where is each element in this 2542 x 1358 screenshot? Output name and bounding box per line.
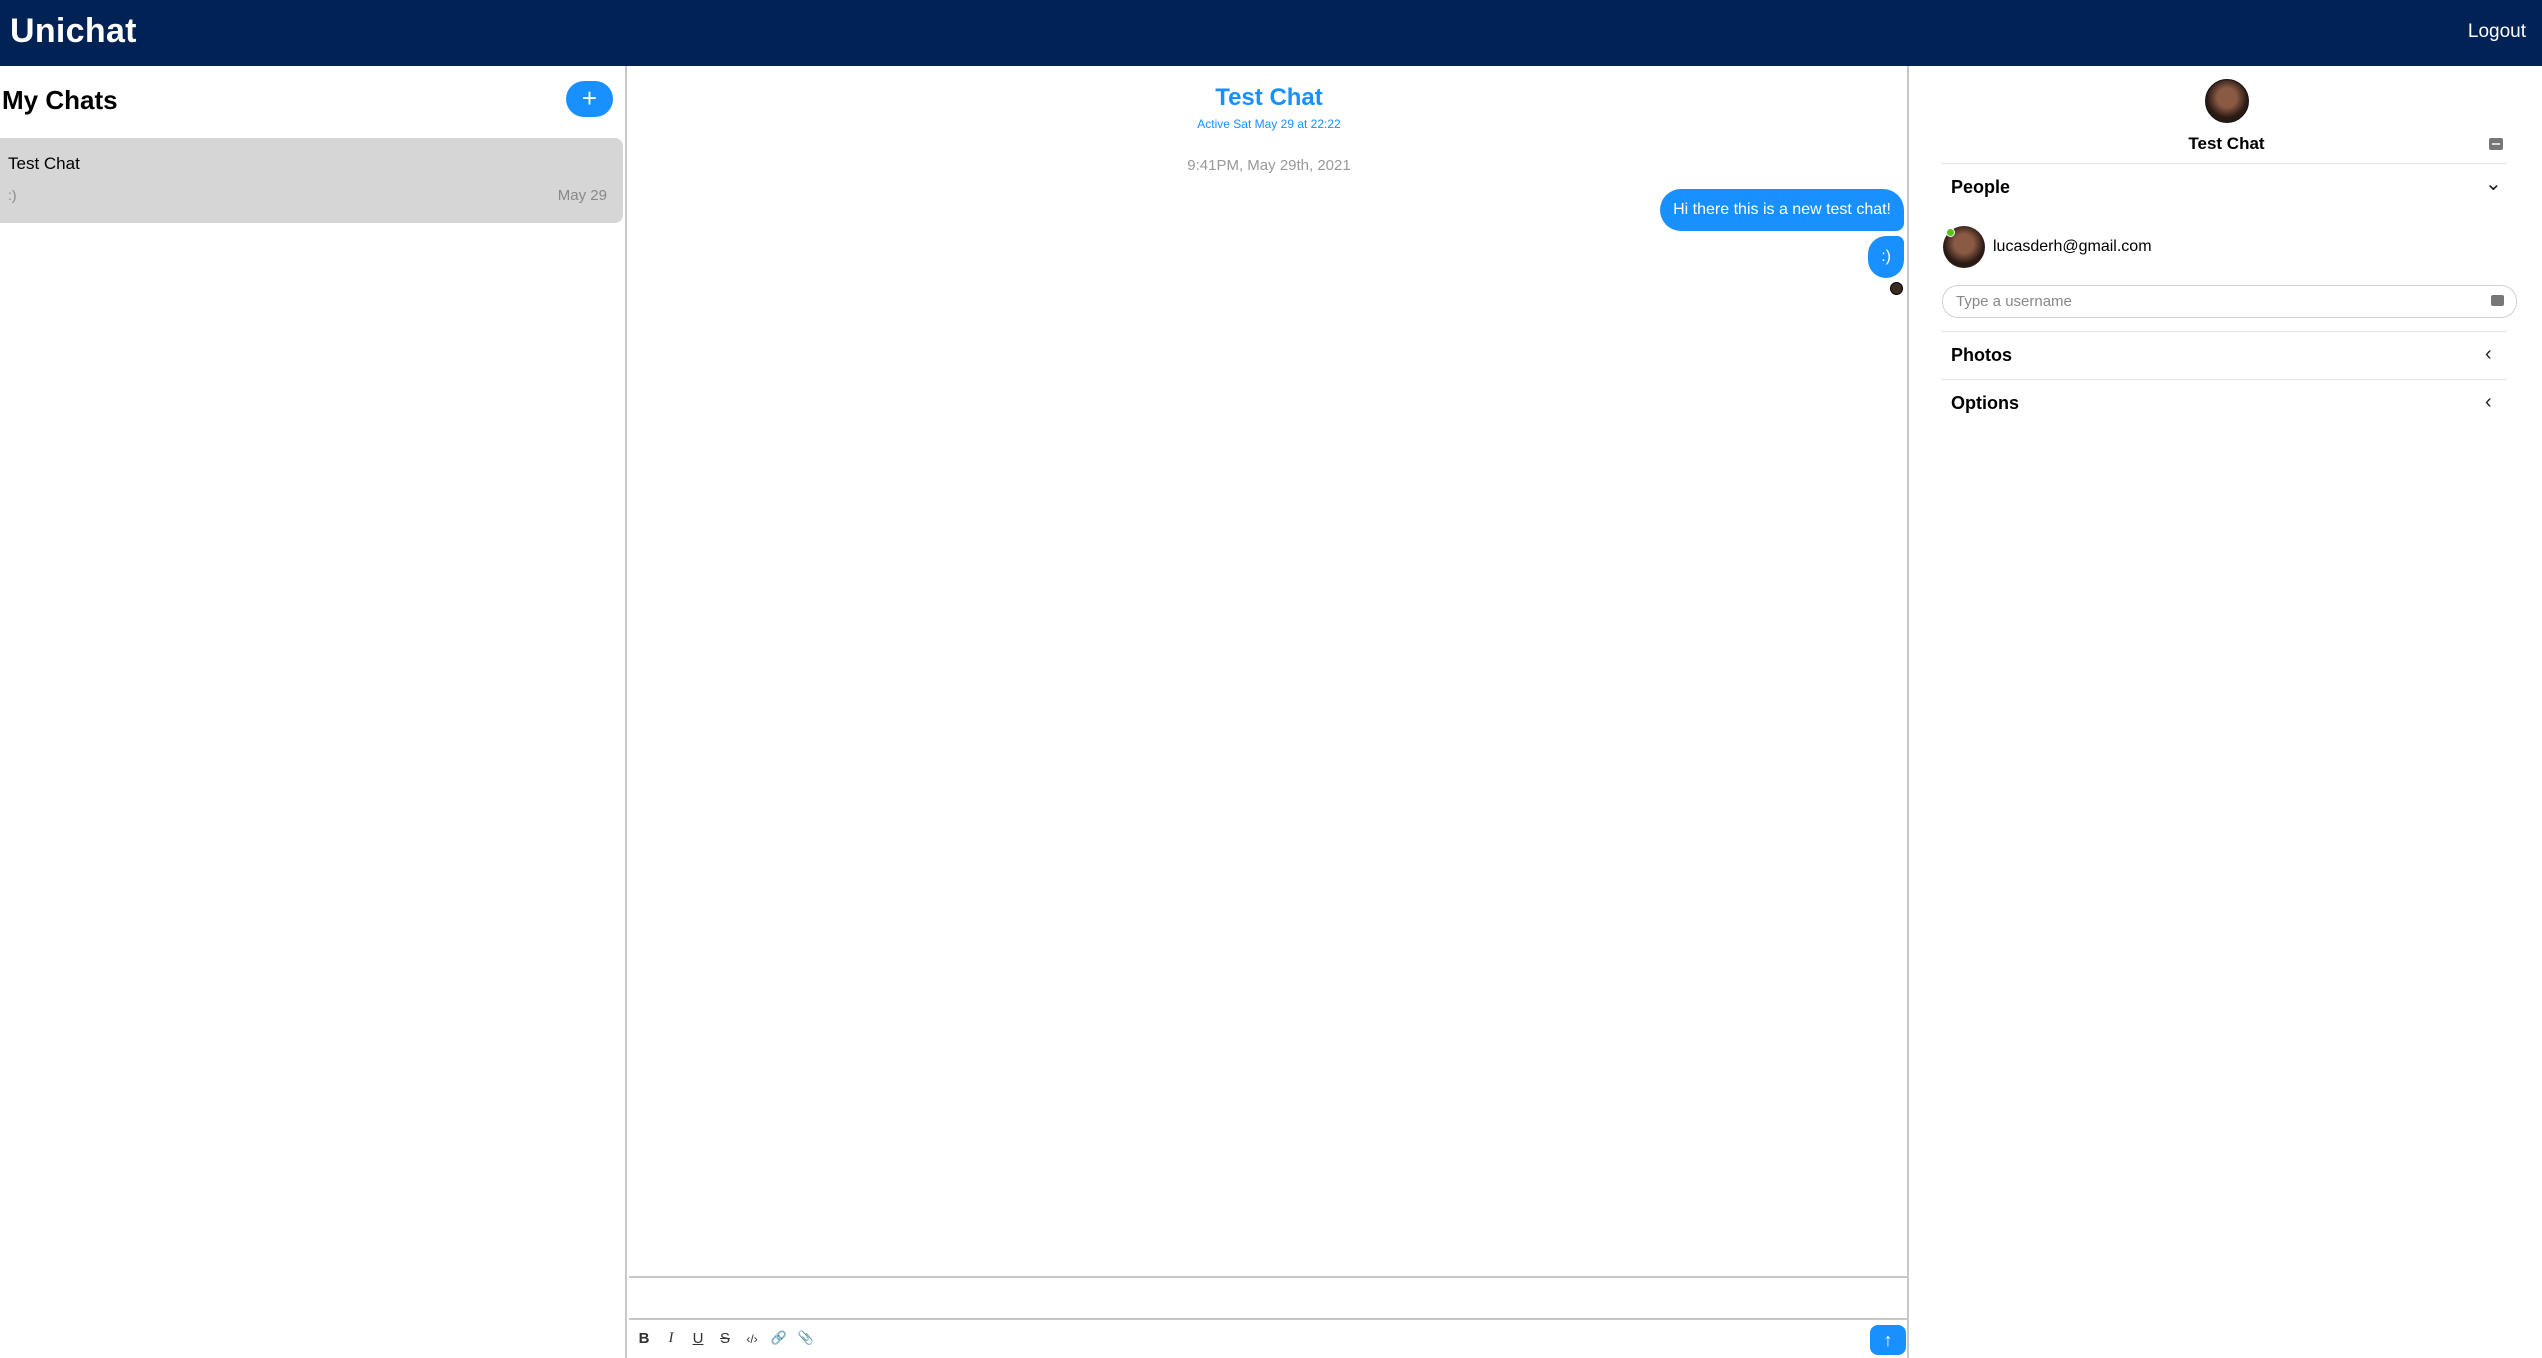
chat-activity-subtitle: Active Sat May 29 at 22:22 bbox=[1197, 117, 1341, 131]
message-input[interactable] bbox=[629, 1276, 1909, 1320]
strikethrough-button[interactable]: S bbox=[715, 1330, 735, 1347]
send-arrow-icon: ↑ bbox=[1883, 1330, 1893, 1350]
italic-button[interactable]: I bbox=[661, 1330, 681, 1347]
divider bbox=[1941, 331, 2507, 332]
format-toolbar: B I U S ‹/› 🔗 📎 ↑ bbox=[629, 1320, 1909, 1358]
send-button[interactable]: ↑ bbox=[1870, 1325, 1906, 1355]
photos-section-header[interactable]: Photos bbox=[1951, 345, 2012, 366]
chat-card[interactable]: Test Chat :) May 29 bbox=[0, 138, 623, 223]
bold-button[interactable]: B bbox=[634, 1330, 654, 1347]
divider bbox=[1941, 379, 2507, 380]
link-icon[interactable]: 🔗 bbox=[769, 1330, 789, 1346]
chevron-down-icon[interactable]: ⌄ bbox=[2485, 171, 2502, 196]
chat-settings-panel: Test Chat People ⌄ lucasderh@gmail.com P… bbox=[1911, 66, 2542, 1358]
underline-button[interactable]: U bbox=[688, 1330, 708, 1347]
chat-card-title: Test Chat bbox=[8, 154, 80, 173]
chat-title: Test Chat bbox=[1215, 84, 1323, 111]
chat-avatar bbox=[2205, 79, 2249, 123]
chat-list-panel: My Chats + Test Chat :) May 29 bbox=[0, 66, 627, 1358]
new-chat-button[interactable]: + bbox=[566, 81, 613, 117]
chat-card-last-message: :) bbox=[8, 187, 17, 203]
divider bbox=[1941, 163, 2507, 164]
username-input[interactable] bbox=[1942, 285, 2517, 318]
chevron-left-icon[interactable]: ‹ bbox=[2485, 391, 2492, 414]
chat-card-date: May 29 bbox=[557, 187, 607, 204]
people-section-header[interactable]: People bbox=[1951, 177, 2010, 198]
message-bubble: Hi there this is a new test chat! bbox=[1660, 189, 1904, 231]
settings-icon[interactable] bbox=[2489, 138, 2503, 150]
logout-button[interactable]: Logout bbox=[2468, 21, 2526, 43]
chevron-left-icon[interactable]: ‹ bbox=[2485, 343, 2492, 366]
person-email: lucasderh@gmail.com bbox=[1993, 238, 2152, 255]
keyboard-icon bbox=[2491, 295, 2504, 306]
plus-icon: + bbox=[581, 83, 598, 113]
options-section-header[interactable]: Options bbox=[1951, 393, 2019, 414]
chat-feed: Test Chat Active Sat May 29 at 22:22 9:4… bbox=[629, 66, 1909, 1358]
attachment-icon[interactable]: 📎 bbox=[796, 1330, 816, 1346]
message-bubble: :) bbox=[1868, 236, 1904, 278]
chat-settings-title: Test Chat bbox=[2188, 134, 2265, 153]
read-receipt-avatar-icon bbox=[1890, 282, 1903, 295]
code-button[interactable]: ‹/› bbox=[742, 1332, 762, 1346]
online-status-dot bbox=[1946, 228, 1955, 237]
message-timestamp: 9:41PM, May 29th, 2021 bbox=[1187, 157, 1351, 174]
app-brand: Unichat bbox=[10, 12, 137, 50]
chat-list-title: My Chats bbox=[2, 85, 118, 115]
top-bar: Unichat Logout bbox=[0, 0, 2542, 66]
